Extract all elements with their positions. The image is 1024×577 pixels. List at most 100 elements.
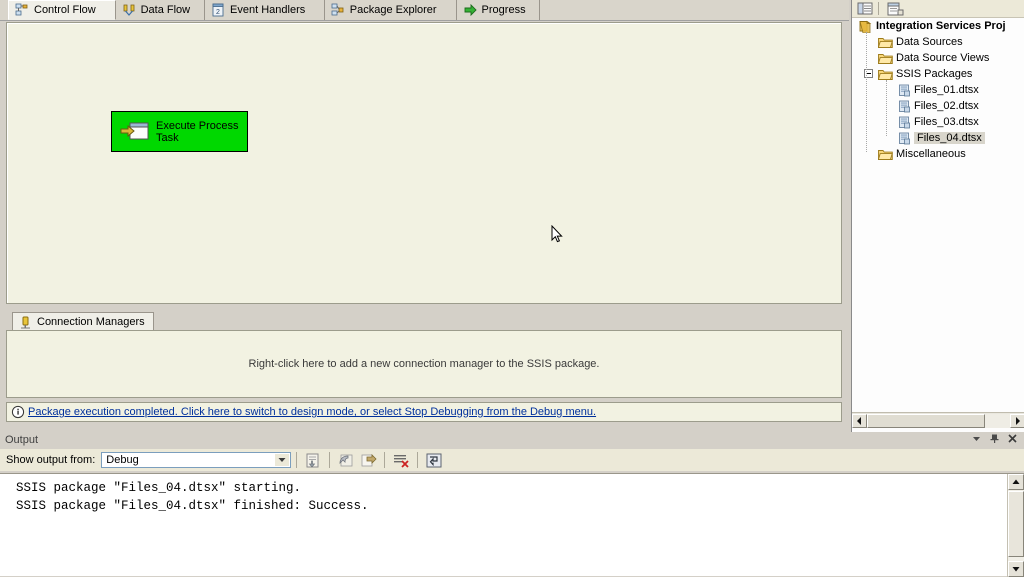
designer-tab-strip: Control Flow Data Flow 2 Event Handlers Pack… (0, 0, 849, 21)
execute-process-task-icon (120, 120, 150, 144)
solution-explorer-toolbar (852, 0, 1024, 18)
tree-item-ssis-packages[interactable]: SSIS Packages (852, 66, 1024, 82)
output-panel: Output Show output from: Debug SSIS pack… (0, 432, 1024, 577)
tree-item-label: Integration Services Proj (876, 20, 1006, 32)
tree-item-files-03-dtsx[interactable]: Files_03.dtsx (852, 114, 1024, 130)
hscroll-thumb[interactable] (867, 413, 985, 428)
data-flow-icon (122, 3, 136, 17)
arrow-right-icon[interactable] (357, 450, 379, 470)
tree-item-label: Data Source Views (896, 52, 990, 64)
output-line: SSIS package "Files_04.dtsx" starting. (16, 481, 302, 495)
tree-item-integration-services-proj[interactable]: Integration Services Proj (852, 18, 1024, 34)
toolbar-separator (417, 452, 419, 468)
connection-managers-area[interactable]: Right-click here to add a new connection… (6, 330, 842, 398)
toolbar-separator (878, 2, 879, 15)
progress-arrow-icon (463, 3, 477, 17)
event-handlers-icon: 2 (211, 3, 225, 17)
tree-item-miscellaneous[interactable]: Miscellaneous (852, 146, 1024, 162)
show-all-files-icon[interactable] (885, 1, 905, 16)
scroll-down-arrow-icon[interactable] (1008, 561, 1024, 577)
output-source-select[interactable]: Debug (101, 452, 292, 468)
find-message-icon[interactable] (302, 450, 324, 470)
tree-item-files-01-dtsx[interactable]: Files_01.dtsx (852, 82, 1024, 98)
folder-icon (877, 36, 893, 49)
tree-item-label: Files_01.dtsx (914, 84, 979, 96)
task-label: Execute Process Task (156, 119, 239, 144)
tree-item-files-04-dtsx[interactable]: Files_04.dtsx (852, 130, 1024, 146)
scroll-right-arrow-icon[interactable] (1010, 413, 1024, 428)
output-lines: SSIS package "Files_04.dtsx" starting. SS… (0, 474, 1024, 515)
execution-status-link[interactable]: Package execution completed. Click here … (28, 406, 596, 418)
package-explorer-icon (331, 3, 345, 17)
close-icon[interactable] (1007, 433, 1018, 444)
connection-managers-tab-label: Connection Managers (37, 315, 145, 328)
control-flow-icon (15, 3, 29, 17)
tab-event-handlers[interactable]: 2 Event Handlers (205, 0, 325, 20)
tree-connector-line (866, 32, 867, 152)
dtsx-package-icon (898, 116, 911, 129)
toolbar-separator (296, 452, 298, 468)
dtsx-package-icon (898, 100, 911, 113)
tree-item-label: SSIS Packages (896, 68, 973, 80)
tree-item-files-02-dtsx[interactable]: Files_02.dtsx (852, 98, 1024, 114)
connection-manager-icon (18, 315, 32, 329)
tab-label: Control Flow (34, 4, 96, 16)
chevron-down-icon[interactable] (275, 454, 290, 466)
output-line: SSIS package "Files_04.dtsx" finished: S… (16, 499, 369, 513)
package-designer: Control Flow Data Flow 2 Event Handlers Pack… (0, 0, 849, 432)
output-vscrollbar[interactable] (1007, 474, 1024, 577)
project-icon (858, 20, 873, 33)
control-flow-canvas[interactable]: Execute Process Task (6, 22, 842, 304)
scroll-up-arrow-icon[interactable] (1008, 474, 1024, 490)
output-text-area[interactable]: SSIS package "Files_04.dtsx" starting. SS… (0, 473, 1024, 577)
word-wrap-icon[interactable] (423, 450, 445, 470)
mouse-cursor (551, 224, 563, 244)
folder-icon (877, 52, 893, 65)
connection-managers-hint: Right-click here to add a new connection… (248, 358, 600, 370)
execute-process-task-node[interactable]: Execute Process Task (111, 111, 248, 152)
folder-icon (877, 148, 893, 161)
tree-connector-line (886, 80, 887, 136)
vscroll-thumb[interactable] (1008, 491, 1024, 557)
properties-icon[interactable] (855, 1, 875, 16)
scroll-left-arrow-icon[interactable] (852, 413, 867, 428)
arrow-left-icon[interactable] (335, 450, 357, 470)
toolbar-separator (384, 452, 386, 468)
folder-icon (877, 68, 893, 81)
hscroll-track[interactable] (867, 413, 1010, 428)
execution-status-bar[interactable]: Package execution completed. Click here … (6, 402, 842, 422)
tab-connection-managers[interactable]: Connection Managers (12, 312, 154, 330)
output-toolbar: Show output from: Debug (0, 449, 1024, 471)
connection-managers-tab-row: Connection Managers (6, 312, 842, 330)
tab-control-flow[interactable]: Control Flow (8, 0, 116, 20)
ssis-designer-window: Control Flow Data Flow 2 Event Handlers Pack… (0, 0, 1024, 577)
clear-all-icon[interactable] (390, 450, 412, 470)
tab-package-explorer[interactable]: Package Explorer (324, 0, 457, 20)
solution-explorer-tree[interactable]: Integration Services Proj Data Sources Dat… (852, 18, 1024, 413)
tree-item-label: Data Sources (896, 36, 963, 48)
info-icon (11, 405, 25, 419)
tree-item-data-source-views[interactable]: Data Source Views (852, 50, 1024, 66)
tab-progress[interactable]: Progress (456, 0, 540, 20)
tree-item-data-sources[interactable]: Data Sources (852, 34, 1024, 50)
tree-item-label: Files_03.dtsx (914, 116, 979, 128)
output-source-value: Debug (106, 454, 139, 466)
tree-item-label: Miscellaneous (896, 148, 966, 160)
show-output-from-label: Show output from: (6, 454, 96, 466)
tab-label: Event Handlers (230, 4, 306, 16)
tree-item-label: Files_04.dtsx (914, 132, 985, 144)
dtsx-package-icon (898, 84, 911, 97)
tree-item-label: Files_02.dtsx (914, 100, 979, 112)
window-dropdown-icon[interactable] (971, 433, 982, 444)
solution-explorer-hscrollbar[interactable] (852, 412, 1024, 428)
dtsx-package-icon (898, 132, 911, 145)
output-panel-title: Output (5, 433, 39, 446)
tab-label: Progress (481, 4, 526, 16)
pin-icon[interactable] (989, 433, 1000, 444)
output-title-bar: Output (0, 432, 1024, 447)
output-window-controls (971, 433, 1018, 444)
tab-data-flow[interactable]: Data Flow (115, 0, 206, 20)
tab-label: Data Flow (140, 4, 191, 16)
solution-explorer-panel: Integration Services Proj Data Sources Dat… (851, 0, 1024, 432)
tab-label: Package Explorer (349, 4, 437, 16)
